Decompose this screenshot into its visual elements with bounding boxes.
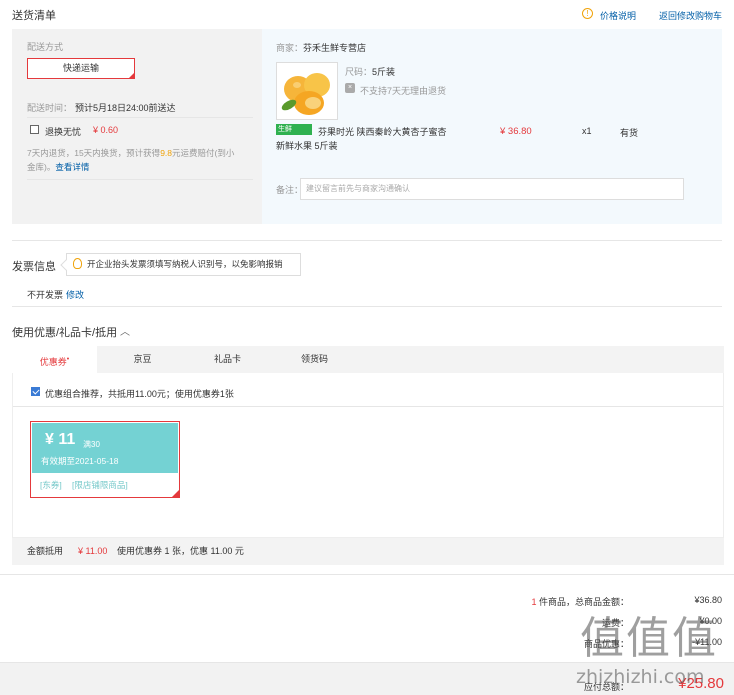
return-policy: 不支持7天无理由退货 — [360, 86, 447, 96]
product-image[interactable] — [276, 62, 338, 120]
invoice-tip: 开企业抬头发票须填写纳税人识别号，以免影响报销 — [60, 253, 301, 276]
delivery-time-value[interactable]: 预计5月18日24:00前送达 — [75, 101, 176, 114]
memo-input[interactable]: 建议留言前先与商家沟通确认 — [300, 178, 684, 200]
invoice-edit-link[interactable]: 修改 — [66, 288, 84, 301]
product-price: ¥ 36.80 — [500, 126, 532, 137]
coupon-section-title[interactable]: 使用优惠/礼品卡/抵用 — [12, 324, 117, 340]
divider — [0, 574, 734, 575]
recommend-checkbox[interactable] — [31, 387, 40, 396]
express-shipping-button[interactable]: 快递运输 — [27, 58, 135, 79]
coupon-condition: 满30 — [83, 440, 100, 449]
coupon-sum-value: ¥ 11.00 — [78, 546, 108, 556]
divider — [13, 406, 723, 407]
coupon-validity: 有效期至2021-05-18 — [41, 456, 119, 466]
shipping-method-label: 配送方式 — [27, 42, 64, 52]
coupon-tabs: 优惠券• 京豆 礼品卡 领货码 — [12, 346, 724, 373]
coupon-card[interactable]: ¥ 11 满30 有效期至2021-05-18 [东券] [限店铺限商品] — [30, 421, 180, 498]
coupon-amount: ¥ 11 — [45, 431, 76, 448]
tab-jingdou[interactable]: 京豆 — [120, 346, 165, 373]
info-icon: ! — [582, 8, 593, 19]
chevron-up-icon[interactable]: ︿ — [120, 323, 130, 338]
back-to-cart-link[interactable]: 返回修改购物车 — [659, 9, 722, 22]
invoice-title: 发票信息 — [12, 261, 56, 273]
worry-free-label: 退换无忧 — [45, 127, 82, 137]
stock-status: 有货 — [620, 128, 639, 138]
page-title: 送货清单 — [12, 10, 56, 22]
lightbulb-icon — [73, 258, 82, 269]
product-quantity: x1 — [582, 126, 592, 136]
size-info: 尺码：5斤装 — [345, 67, 396, 77]
product-name[interactable]: 芬果时光 陕西秦岭大黄杏子蜜杏 — [318, 125, 447, 138]
express-shipping-label: 快递运输 — [62, 63, 99, 73]
selected-corner-icon — [128, 72, 135, 79]
worry-free-checkbox[interactable] — [30, 125, 39, 134]
coupon-sum-label: 金额抵用 — [27, 546, 64, 556]
order-list-header: 送货清单 ! 价格说明 返回修改购物车 — [0, 0, 734, 28]
tab-coupons[interactable]: 优惠券• — [12, 346, 97, 373]
coupon-sum-desc: 使用优惠券 1 张，优惠 11.00 元 — [117, 546, 244, 556]
fresh-badge: 生鲜 — [276, 124, 312, 135]
coupon-summary: 金额抵用 ¥ 11.00 使用优惠券 1 张，优惠 11.00 元 — [12, 538, 724, 565]
tab-gift-card[interactable]: 礼品卡 — [205, 346, 250, 373]
price-note-link[interactable]: 价格说明 — [600, 9, 636, 22]
merchant-name[interactable]: 芬禾生鲜专营店 — [303, 43, 366, 53]
tab-redeem-code[interactable]: 领货码 — [292, 346, 337, 373]
divider — [12, 306, 722, 307]
memo-label: 备注： — [276, 185, 304, 195]
watermark-logo: 值值值 — [580, 613, 718, 664]
divider — [27, 179, 253, 180]
delivery-time-label: 配送时间： — [27, 103, 73, 113]
product-name-line2[interactable]: 新鲜水果 5斤装 — [276, 139, 338, 152]
coupon-type-tag: [东券] — [40, 480, 62, 490]
worry-free-price: ¥ 0.60 — [93, 125, 119, 135]
invoice-value: 不开发票 — [27, 290, 64, 300]
no-return-icon: × — [345, 83, 355, 93]
coupon-scope-tag: [限店铺限商品] — [72, 480, 128, 490]
selected-corner-icon — [171, 489, 180, 498]
apricot-image — [277, 63, 337, 119]
merchant-info: 商家：芬禾生鲜专营店 — [276, 43, 367, 53]
coupon-recommend-text: 优惠组合推荐，共抵用11.00元；使用优惠券1张 — [45, 389, 234, 399]
coupon-card-top: ¥ 11 满30 有效期至2021-05-18 — [32, 423, 178, 473]
divider — [27, 117, 253, 118]
worry-free-description: 7天内退货，15天内换货，预计获得9.8元运费赔付(到小 金库)。查看详情 — [27, 148, 235, 172]
divider — [12, 240, 722, 241]
view-details-link[interactable]: 查看详情 — [55, 162, 89, 172]
watermark-url: zhizhizhi.com — [576, 666, 705, 688]
